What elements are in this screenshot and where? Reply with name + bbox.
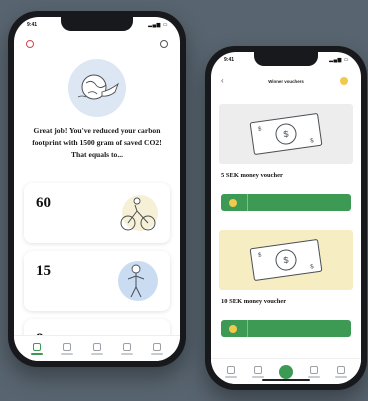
home-icon xyxy=(226,365,235,374)
banknote-icon: $ $ $ xyxy=(249,113,323,155)
phone-right: 9:41 ▂▄▆ ▭ ‹ Winner vouchers $ $ $ 5 SEK… xyxy=(205,46,367,390)
voucher-name: 5 SEK money voucher xyxy=(221,172,283,179)
status-time: 9:41 xyxy=(224,57,235,63)
signal-battery-icon: ▂▄▆ ▭ xyxy=(148,22,168,28)
scan-button[interactable] xyxy=(278,364,293,379)
impact-headline: Great job! You've reduced your carbon fo… xyxy=(32,126,162,159)
settings-icon[interactable] xyxy=(160,40,168,48)
impact-screen: 9:41 ▂▄▆ ▭ Great job! You've reduced you… xyxy=(14,17,180,361)
home-icon xyxy=(33,342,41,351)
person-globe-illustration-icon xyxy=(118,261,158,301)
voucher-image: $ $ $ xyxy=(219,104,353,164)
redeem-button[interactable] xyxy=(221,194,351,211)
page-title: Winner vouchers xyxy=(268,79,304,84)
mail-icon xyxy=(93,342,101,351)
phone-notch xyxy=(61,17,133,31)
vouchers-screen: 9:41 ▂▄▆ ▭ ‹ Winner vouchers $ $ $ 5 SEK… xyxy=(211,52,361,384)
coin-icon xyxy=(229,198,237,207)
notification-icon[interactable] xyxy=(26,40,34,48)
impact-card[interactable]: 15 xyxy=(24,251,170,311)
cyclist-illustration-icon xyxy=(120,195,158,231)
tab-stats[interactable] xyxy=(61,342,73,355)
voucher-name: 10 SEK money voucher xyxy=(221,298,287,305)
stats-icon xyxy=(253,365,262,374)
card-icon xyxy=(310,365,319,374)
impact-card[interactable]: 60 xyxy=(24,183,170,243)
phone-notch xyxy=(254,52,318,66)
phone-left: 9:41 ▂▄▆ ▭ Great job! You've reduced you… xyxy=(8,11,186,367)
home-indicator xyxy=(262,379,310,381)
tab-profile[interactable] xyxy=(335,365,348,378)
nav-bar: ‹ Winner vouchers xyxy=(211,70,361,92)
voucher-image: $ $ $ xyxy=(219,230,353,290)
tab-home[interactable] xyxy=(224,365,237,378)
tab-bar xyxy=(14,335,180,361)
impact-value: 15 xyxy=(36,263,51,279)
voucher-points xyxy=(221,194,248,211)
banknote-icon: $ $ $ xyxy=(249,239,323,281)
profile-icon xyxy=(153,342,161,351)
tab-card[interactable] xyxy=(308,365,321,378)
redeem-label xyxy=(247,194,351,211)
redeem-label xyxy=(247,320,351,337)
voucher-points xyxy=(221,320,248,337)
tab-stats[interactable] xyxy=(251,365,264,378)
hero-globe-illustration xyxy=(68,59,126,117)
redeem-button[interactable] xyxy=(221,320,351,337)
card-icon xyxy=(123,342,131,351)
profile-icon xyxy=(337,365,346,374)
points-badge xyxy=(340,76,353,85)
coin-icon xyxy=(340,76,348,85)
signal-battery-icon: ▂▄▆ ▭ xyxy=(329,57,349,63)
stats-icon xyxy=(63,342,71,351)
tab-mail[interactable] xyxy=(91,342,103,355)
tab-home[interactable] xyxy=(31,342,43,355)
coin-icon xyxy=(229,324,237,333)
impact-value: 60 xyxy=(36,195,51,211)
status-time: 9:41 xyxy=(27,22,38,28)
tab-card[interactable] xyxy=(121,342,133,355)
tab-profile[interactable] xyxy=(151,342,163,355)
